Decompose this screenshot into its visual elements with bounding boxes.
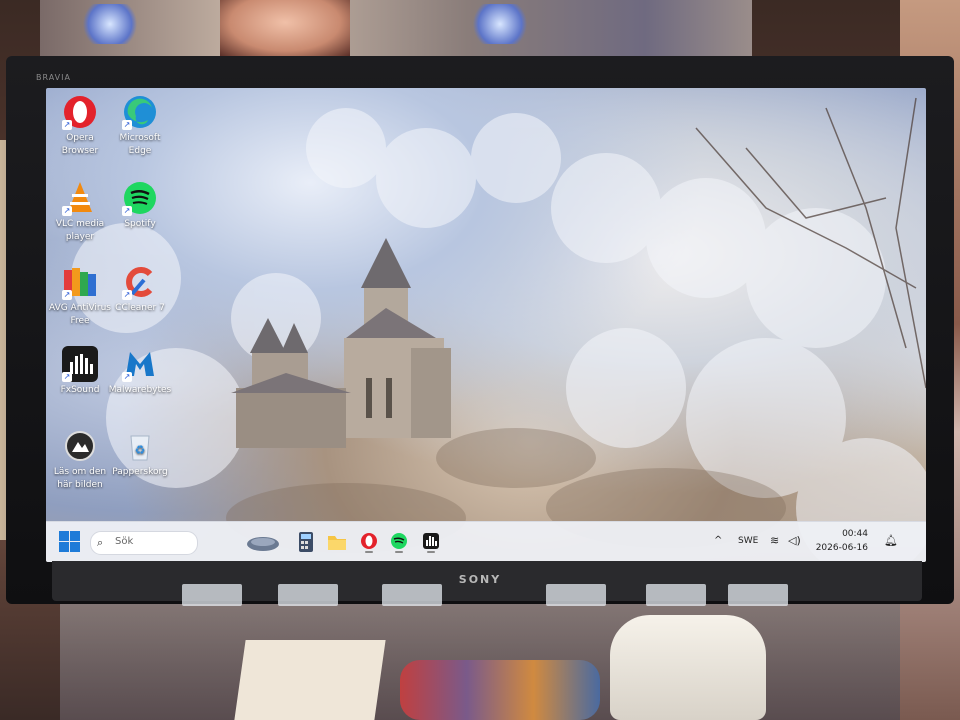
spotify-icon: ↗ xyxy=(122,180,158,216)
desktop-icon-fxsound[interactable]: ↗ FxSound xyxy=(48,346,112,397)
ccleaner-icon: ↗ xyxy=(122,264,158,300)
desktop-icon-spotify[interactable]: ↗ Spotify xyxy=(108,180,172,231)
windows-logo-icon xyxy=(59,531,69,541)
desktop-icon-learn-about-picture[interactable]: Läs om den här bilden xyxy=(48,428,112,492)
malwarebytes-icon: ↗ xyxy=(122,346,158,382)
taskbar-file-explorer[interactable] xyxy=(326,530,348,554)
shortcut-arrow-icon: ↗ xyxy=(122,290,132,300)
vlc-icon: ↗ xyxy=(62,180,98,216)
stand-clip xyxy=(182,584,242,606)
desktop-icon-edge[interactable]: ↗ Microsoft Edge xyxy=(108,94,172,158)
desktop-icon-label: Opera Browser xyxy=(61,133,99,156)
stand-clip xyxy=(646,584,706,606)
search-placeholder: Sök xyxy=(115,536,134,547)
desktop-icon-ccleaner[interactable]: ↗ CCleaner 7 xyxy=(108,264,172,315)
opera-icon xyxy=(361,533,377,553)
monitor-brand-bottom: SONY xyxy=(458,573,502,586)
opera-icon: ↗ xyxy=(62,94,98,130)
desktop-icon-label: Malwarebytes xyxy=(108,385,172,395)
calculator-icon xyxy=(299,532,313,552)
wifi-icon[interactable]: ≋ xyxy=(770,534,779,547)
background-light xyxy=(80,4,140,44)
widgets-icon xyxy=(247,537,279,551)
taskbar-calculator[interactable] xyxy=(296,530,316,554)
background-tv xyxy=(40,0,752,56)
windows-logo-icon xyxy=(70,531,80,541)
language-indicator[interactable]: SWE xyxy=(738,536,758,546)
desktop-icon-label: Spotify xyxy=(124,219,156,229)
speaker-icon[interactable]: ◁) xyxy=(788,534,801,547)
windows-logo-icon xyxy=(59,542,69,552)
desktop-icon-label: Läs om den här bilden xyxy=(53,467,107,490)
desktop-screen: ↗ Opera Browser ↗ Microsoft Edge ↗ VLC m… xyxy=(46,88,926,562)
edge-icon: ↗ xyxy=(122,94,158,130)
desk-lamp xyxy=(610,615,766,720)
stand-clip xyxy=(546,584,606,606)
shortcut-arrow-icon: ↗ xyxy=(122,206,132,216)
taskbar-opera[interactable] xyxy=(358,530,380,554)
background-light xyxy=(470,4,530,44)
notification-bell-icon[interactable]: 🔔︎ xyxy=(884,534,898,547)
desktop-icon-recycle-bin[interactable]: ♻ Papperskorg xyxy=(108,428,172,479)
fxsound-icon: ↗ xyxy=(62,346,98,382)
desktop-icon-label: Papperskorg xyxy=(112,467,168,477)
shortcut-arrow-icon: ↗ xyxy=(62,206,72,216)
start-button[interactable] xyxy=(58,530,82,554)
desktop-icon-vlc[interactable]: ↗ VLC media player xyxy=(48,180,112,244)
avg-icon: ↗ xyxy=(62,264,98,300)
recycle-bin-icon: ♻ xyxy=(122,428,158,464)
clock-time[interactable]: 00:44 xyxy=(818,529,868,539)
pouch xyxy=(400,660,600,720)
taskbar-spotify[interactable] xyxy=(388,530,410,554)
monitor-brand-top: BRAVIA xyxy=(36,73,71,82)
search-icon: ⌕ xyxy=(97,536,104,549)
desktop-icon-label: VLC media player xyxy=(55,219,105,242)
desktop-icon-opera[interactable]: ↗ Opera Browser xyxy=(48,94,112,158)
shortcut-arrow-icon: ↗ xyxy=(122,372,132,382)
stand-clip xyxy=(278,584,338,606)
taskbar-fxsound[interactable] xyxy=(420,530,442,554)
clock-date[interactable]: 2026-06-16 xyxy=(810,543,868,553)
svg-text:♻: ♻ xyxy=(135,443,146,457)
desktop-icon-label: Microsoft Edge xyxy=(119,133,161,156)
shortcut-arrow-icon: ↗ xyxy=(62,290,72,300)
shortcut-arrow-icon: ↗ xyxy=(62,372,72,382)
monitor: BRAVIA ↗ Opera Browser ↗ Microsoft Edge … xyxy=(6,56,954,606)
notebook xyxy=(234,640,386,720)
taskbar-search-box[interactable]: ⌕ Sök xyxy=(90,531,198,555)
desktop-icon-avg[interactable]: ↗ AVG AntiVirus Free xyxy=(48,264,112,328)
file-explorer-icon xyxy=(328,536,346,550)
windows-logo-icon xyxy=(70,542,80,552)
stand-clip xyxy=(728,584,788,606)
background-face xyxy=(220,0,350,56)
shortcut-arrow-icon: ↗ xyxy=(62,120,72,130)
taskbar-widgets[interactable] xyxy=(246,530,280,554)
desktop-icon-label: FxSound xyxy=(60,385,100,395)
shortcut-arrow-icon: ↗ xyxy=(122,120,132,130)
taskbar: ⌕ Sök ^ SWE ≋ ◁) 00:44 2026-06-16 🔔︎ xyxy=(46,521,926,562)
spotify-icon xyxy=(391,533,407,553)
stand-clip xyxy=(382,584,442,606)
fxsound-icon xyxy=(423,533,439,553)
desktop-icon-label: CCleaner 7 xyxy=(115,303,165,313)
desktop-icon-malwarebytes[interactable]: ↗ Malwarebytes xyxy=(108,346,172,397)
desktop-icon-label: AVG AntiVirus Free xyxy=(48,303,111,326)
learn-about-picture-icon xyxy=(62,428,98,464)
wallpaper-monastery xyxy=(231,238,451,448)
show-hidden-icons-chevron-icon[interactable]: ^ xyxy=(714,535,722,546)
